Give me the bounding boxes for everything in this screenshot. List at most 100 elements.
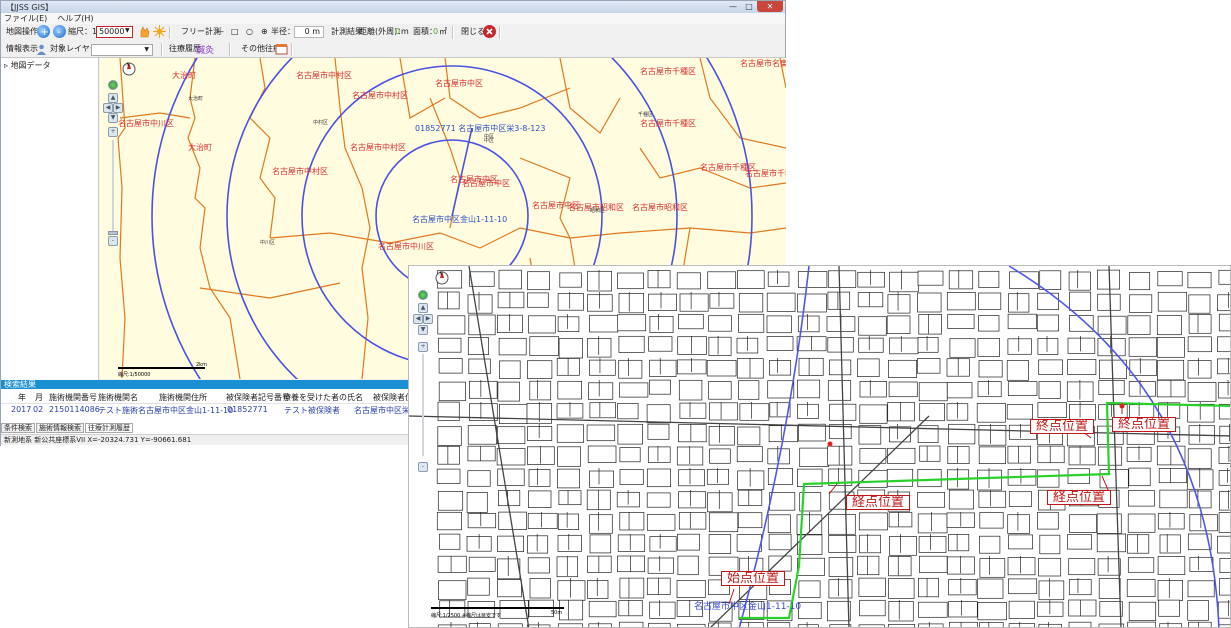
city-block [917, 292, 942, 313]
zoom-in-icon[interactable]: + [37, 25, 50, 38]
ward-label: 大治町 [172, 70, 196, 80]
chevron-down-icon[interactable]: ▼ [125, 27, 130, 34]
city-block [1128, 601, 1157, 621]
zoom-slider-track[interactable] [422, 354, 424, 456]
city-block [619, 512, 645, 531]
menu-help[interactable]: ヘルプ(H) [57, 13, 93, 24]
ward-label: 名古屋市昭和区 [632, 202, 688, 212]
map-view-detail[interactable]: 名古屋市中区金山1-11-10 縮尺:1/2500 ※縮尺は目安です 50m 始… [408, 265, 1231, 628]
city-block [917, 469, 942, 488]
minimize-button[interactable]: — [725, 1, 741, 12]
zoom-out-nav-icon[interactable]: - [108, 236, 118, 246]
pan-right-icon[interactable]: ▶ [423, 314, 433, 324]
tree-item-map-data[interactable]: ▹ 地図データ [4, 60, 51, 71]
city-block [888, 601, 914, 622]
menu-file[interactable]: ファイル(E) [4, 13, 47, 24]
highlight-icon[interactable] [153, 25, 166, 38]
window-title: 【JJSS GIS】 [6, 3, 54, 12]
city-block [1008, 491, 1032, 507]
city-block [499, 403, 528, 424]
city-block [947, 314, 975, 329]
pan-right-icon[interactable]: ▶ [113, 103, 123, 113]
pan-down-icon[interactable]: ▼ [108, 113, 118, 123]
city-block [497, 314, 523, 333]
city-block [859, 381, 887, 398]
zoom-in-nav-icon[interactable]: + [108, 127, 118, 137]
city-block [467, 294, 493, 314]
city-block [619, 577, 645, 599]
city-block [857, 292, 884, 308]
city-block [617, 314, 647, 332]
home-icon[interactable] [418, 290, 428, 300]
close-window-button[interactable]: ✕ [757, 1, 783, 12]
city-block [737, 270, 765, 289]
close-icon[interactable] [483, 25, 496, 38]
pan-hand-icon[interactable] [138, 25, 151, 38]
pan-up-icon[interactable]: ▲ [108, 93, 118, 103]
target-layer-select[interactable]: ▼ [91, 44, 153, 56]
tab-treatment-search[interactable]: 施術情報検索 [36, 423, 84, 433]
city-block [769, 360, 792, 376]
tab-condition-search[interactable]: 条件検索 [1, 423, 35, 433]
city-block [557, 468, 580, 489]
city-block [1128, 467, 1151, 487]
city-block [1099, 469, 1129, 489]
compass-icon[interactable]: N [435, 269, 449, 286]
radius-label: 半径： [271, 27, 295, 36]
city-block [1068, 579, 1092, 596]
info-person-icon[interactable] [35, 43, 48, 56]
col-facility-name: 施術機関名 [98, 393, 138, 402]
city-block [1188, 621, 1212, 627]
zoom-out-nav-icon[interactable]: - [418, 462, 428, 472]
city-block [529, 578, 551, 599]
pan-left-icon[interactable]: ◀ [103, 103, 113, 113]
city-block [858, 425, 882, 445]
city-block [618, 293, 644, 314]
city-block [497, 579, 522, 598]
city-block [619, 469, 644, 485]
rect-tool-icon[interactable]: □ [231, 27, 239, 37]
city-block [949, 338, 976, 358]
radius-input[interactable]: 0 m [294, 26, 324, 38]
zoom-slider-track[interactable] [112, 140, 114, 235]
city-block [557, 623, 583, 627]
city-block [766, 336, 794, 351]
maximize-button[interactable]: □ [741, 1, 757, 12]
home-icon[interactable] [108, 80, 118, 90]
city-block [977, 602, 1007, 621]
city-block [1069, 404, 1096, 421]
city-block [1219, 578, 1230, 596]
point-tool-icon[interactable]: ⊕ [261, 27, 268, 37]
city-block [858, 577, 886, 597]
city-block [889, 337, 919, 355]
pan-down-icon[interactable]: ▼ [418, 325, 428, 335]
city-block [1157, 271, 1183, 287]
tab-visit-history[interactable]: 往療計測履歴 [85, 423, 133, 433]
other-visit-icon[interactable] [275, 43, 288, 56]
city-block [918, 577, 939, 598]
pan-left-icon[interactable]: ◀ [413, 314, 423, 324]
city-block [1039, 534, 1061, 555]
city-block [527, 512, 558, 529]
city-block [859, 534, 881, 554]
city-block [648, 622, 671, 627]
zoom-in-nav-icon[interactable]: + [418, 342, 428, 352]
col-facility-address: 施術機関住所 [159, 393, 207, 402]
visit-record-icon[interactable]: 鍼灸 [196, 43, 214, 56]
city-block [527, 535, 549, 554]
city-block [648, 336, 673, 352]
pan-up-icon[interactable]: ▲ [418, 303, 428, 313]
city-block [1068, 271, 1091, 291]
city-block [1127, 557, 1155, 573]
city-block [649, 359, 677, 377]
city-block [498, 490, 521, 507]
city-block [467, 470, 491, 487]
city-block [589, 359, 616, 376]
city-block [739, 403, 770, 421]
circle-tool-icon[interactable]: ○ [246, 27, 253, 37]
zoom-slider-handle[interactable] [108, 231, 118, 235]
city-block [706, 360, 737, 377]
line-tool-icon[interactable]: — [216, 27, 224, 37]
zoom-out-icon[interactable]: - [53, 25, 66, 38]
compass-icon[interactable]: N [122, 60, 136, 77]
